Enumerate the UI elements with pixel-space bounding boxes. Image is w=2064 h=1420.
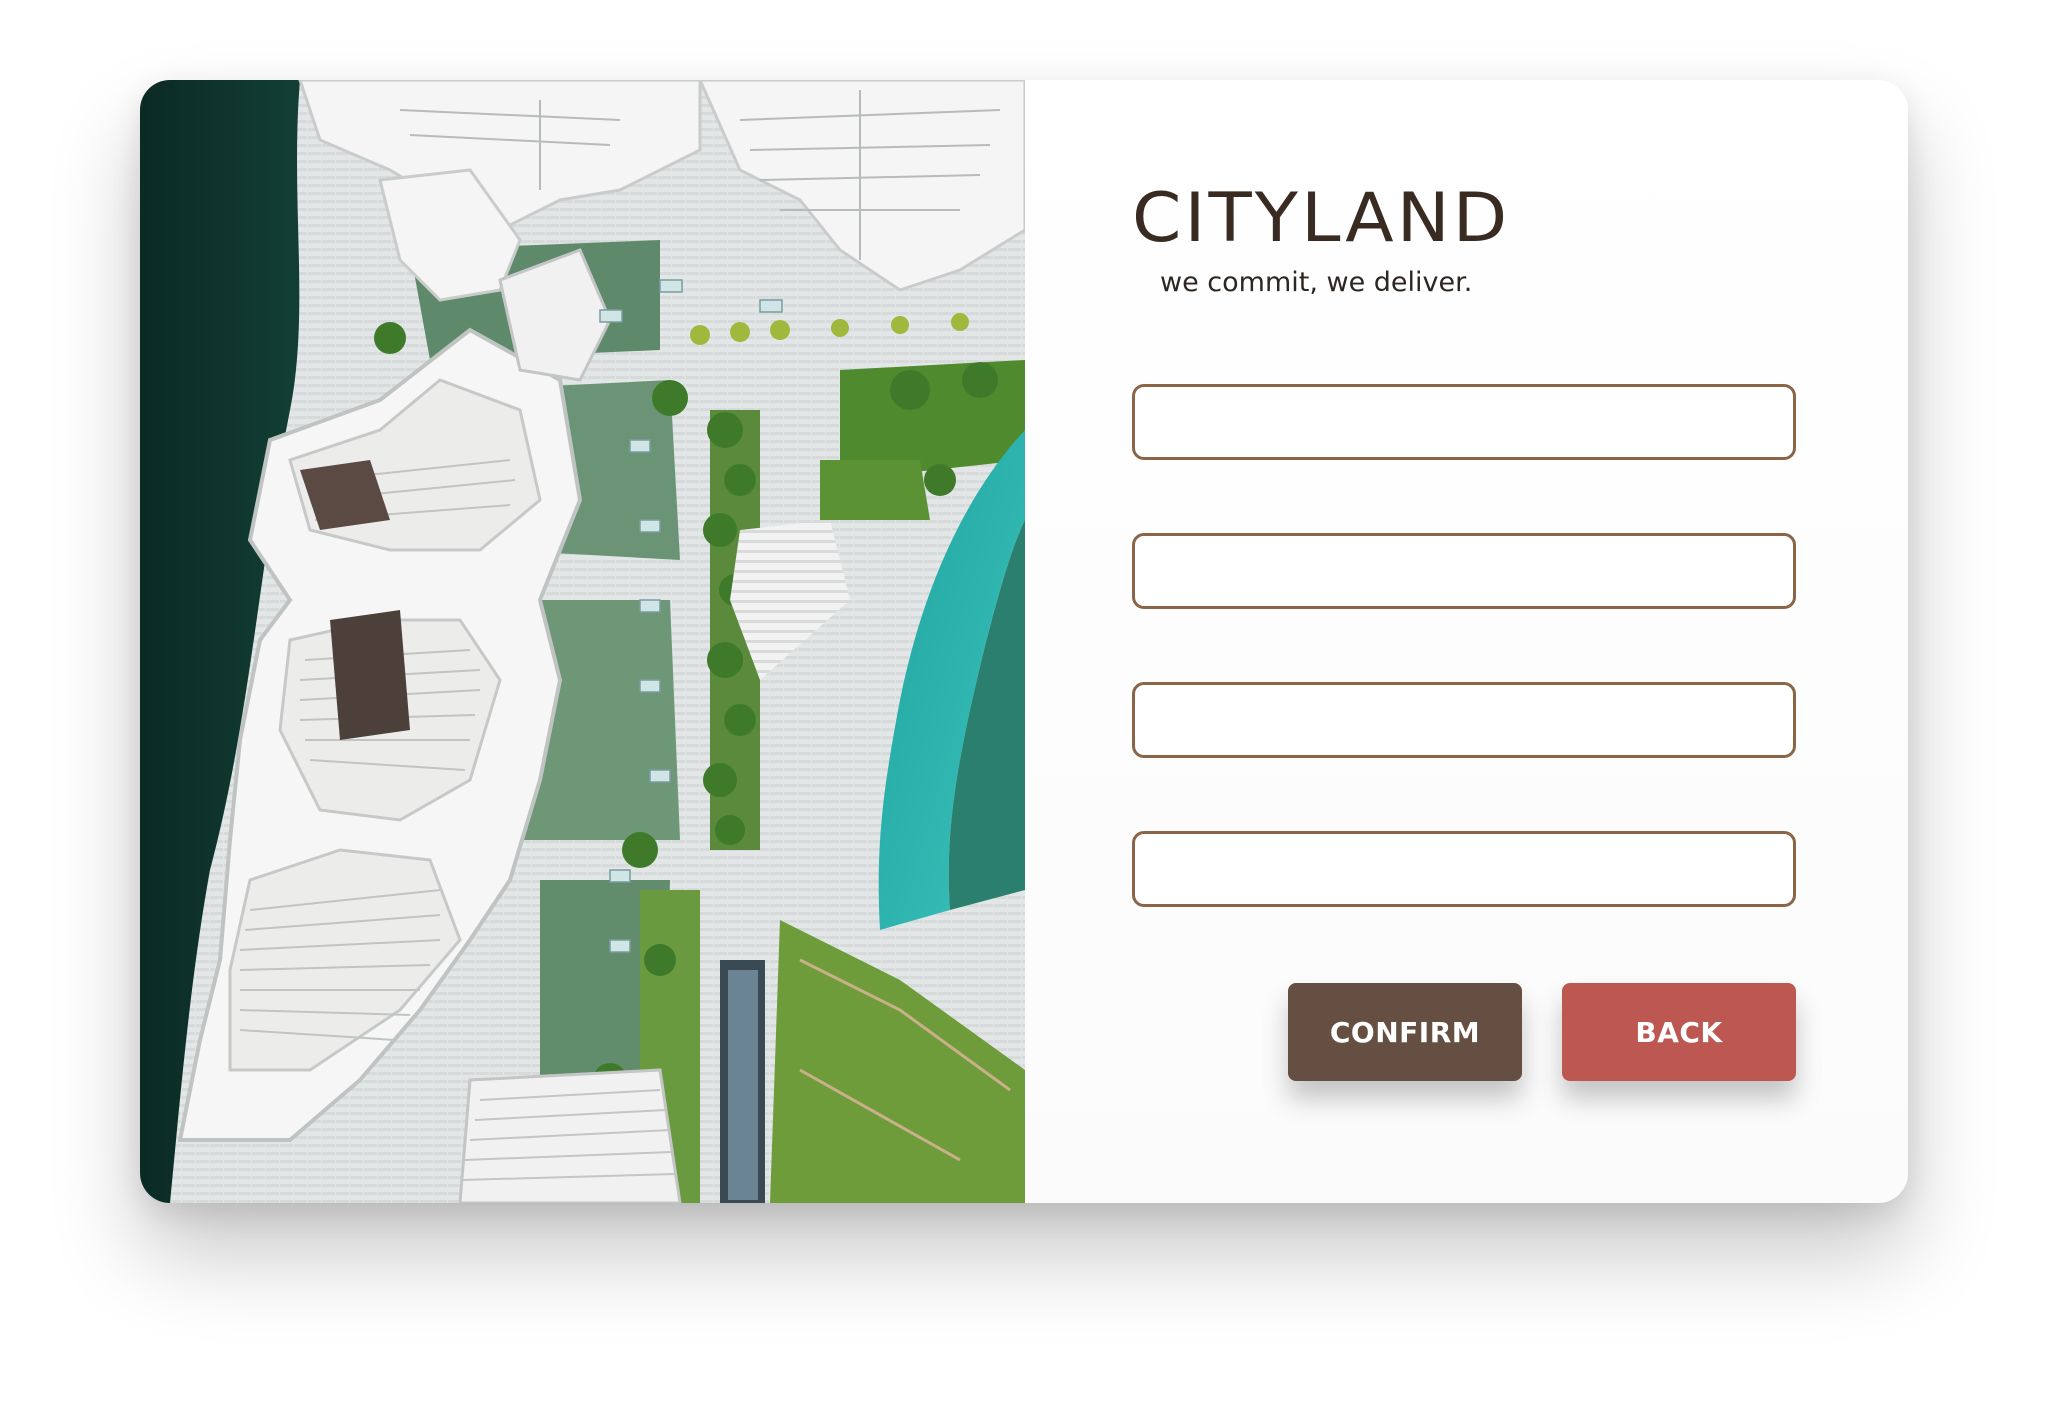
- confirm-button[interactable]: CONFIRM: [1288, 983, 1522, 1081]
- brand-block: CITYLAND we commit, we deliver.: [1132, 185, 1507, 299]
- form-field-4[interactable]: [1132, 831, 1796, 907]
- brand-tagline: we commit, we deliver.: [1160, 267, 1473, 298]
- form-panel: CITYLAND we commit, we deliver. CONFIRM …: [1025, 80, 1908, 1203]
- aerial-city-image: [140, 80, 1025, 1203]
- form-field-1[interactable]: [1132, 384, 1796, 460]
- back-button[interactable]: BACK: [1562, 983, 1796, 1081]
- login-card: CITYLAND we commit, we deliver. CONFIRM …: [140, 80, 1908, 1203]
- brand-logo: CITYLAND: [1132, 179, 1511, 258]
- page-background: CITYLAND we commit, we deliver. CONFIRM …: [0, 0, 2064, 1420]
- form-field-3[interactable]: [1132, 682, 1796, 758]
- form-field-2[interactable]: [1132, 533, 1796, 609]
